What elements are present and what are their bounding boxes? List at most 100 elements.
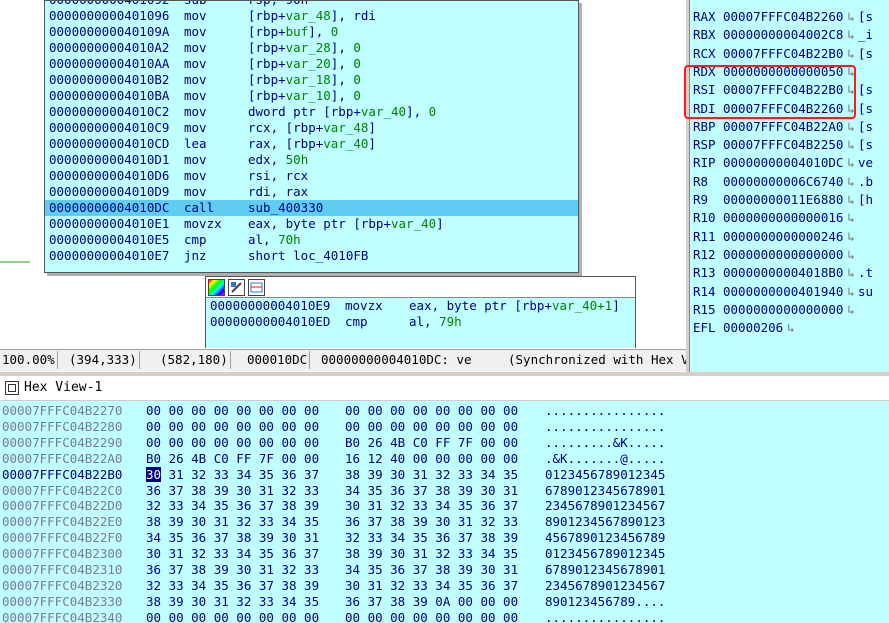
- hex-bytes-high[interactable]: 30 31 32 33 34 35 36 37: [345, 498, 518, 514]
- hex-row[interactable]: 00007FFFC04B22F0 34 35 36 37 38 39 30 31 3…: [0, 530, 889, 546]
- hex-bytes-low[interactable]: 00 00 00 00 00 00 00 00: [146, 403, 319, 419]
- hex-bytes-high[interactable]: 36 37 38 39 0A 00 00 00: [345, 594, 518, 610]
- register-value[interactable]: 0000000000000246: [723, 229, 843, 244]
- register-value[interactable]: 00000000006C6740: [723, 174, 843, 189]
- stack-variable[interactable]: var_48: [286, 8, 331, 23]
- register-rcx[interactable]: RCX 00007FFFC04B22B0 ↳ [s: [693, 45, 873, 63]
- hex-bytes-high[interactable]: 00 00 00 00 00 00 00 00: [345, 610, 518, 623]
- hex-ascii[interactable]: ................: [545, 419, 665, 435]
- hex-ascii[interactable]: 6789012345678901: [545, 562, 665, 578]
- disasm-line[interactable]: 00000000004010E1 movzx eax, byte ptr [rbp+…: [45, 216, 578, 232]
- hex-bytes-low[interactable]: 32 33 34 35 36 37 38 39: [146, 578, 319, 594]
- register-rsp[interactable]: RSP 00007FFFC04B2250 ↳ [s: [693, 136, 873, 154]
- hex-row[interactable]: 00007FFFC04B2310 36 37 38 39 30 31 32 33 3…: [0, 562, 889, 578]
- disasm-line[interactable]: 00000000004010BA mov [rbp+var_10], 0: [45, 88, 578, 104]
- hex-ascii[interactable]: ................: [545, 403, 665, 419]
- hex-row[interactable]: 00007FFFC04B2300 30 31 32 33 34 35 36 37 3…: [0, 546, 889, 562]
- hex-cursor[interactable]: 30: [146, 466, 162, 482]
- disasm-line[interactable]: 00000000004010CD lea rax, [rbp+var_40]: [45, 136, 578, 152]
- register-r11[interactable]: R11 0000000000000246 ↳: [693, 228, 855, 246]
- disasm-line[interactable]: 00000000004010E7 jnz short loc_4010FB: [45, 248, 578, 264]
- hex-ascii[interactable]: 0123456789012345: [545, 467, 665, 483]
- disasm-line[interactable]: 00000000004010ED cmp al, 79h: [206, 314, 635, 330]
- arrow-icon[interactable]: ↳: [847, 229, 855, 244]
- register-value[interactable]: 0000000000000000: [723, 302, 843, 317]
- jump-arrow-icon[interactable]: ↳: [847, 284, 855, 299]
- hex-ascii[interactable]: 2345678901234567: [545, 578, 665, 594]
- stack-variable[interactable]: var_40: [361, 104, 406, 119]
- register-value[interactable]: 00000206: [723, 320, 783, 335]
- disasm-line[interactable]: 00000000004010D6 mov rsi, rcx: [45, 168, 578, 184]
- hex-view-titlebar[interactable]: Hex View-1: [0, 376, 889, 401]
- stack-variable[interactable]: buf: [286, 24, 309, 39]
- hex-ascii[interactable]: .........&K.....: [545, 435, 665, 451]
- stack-variable[interactable]: var_10: [286, 88, 331, 103]
- hex-bytes-high[interactable]: 00 00 00 00 00 00 00 00: [345, 419, 518, 435]
- register-value[interactable]: 00000000004018B0: [723, 265, 843, 280]
- hex-bytes-high[interactable]: 16 12 40 00 00 00 00 00: [345, 451, 518, 467]
- register-value[interactable]: 00007FFFC04B2250: [723, 137, 843, 152]
- stack-variable[interactable]: var_20: [286, 56, 331, 71]
- hex-row[interactable]: 00007FFFC04B2280 00 00 00 00 00 00 00 00 0…: [0, 419, 889, 435]
- disasm-line[interactable]: 00000000004010AA mov [rbp+var_20], 0: [45, 56, 578, 72]
- hex-ascii[interactable]: 890123456789....: [545, 594, 665, 610]
- register-r9[interactable]: R9 00000000011E6880 ↳ [h: [693, 191, 873, 209]
- hex-bytes-high[interactable]: 34 35 36 37 38 39 30 31: [345, 562, 518, 578]
- register-r15[interactable]: R15 0000000000000000 ↳: [693, 301, 855, 319]
- arrow-icon[interactable]: ↳: [847, 247, 855, 262]
- hex-bytes-high[interactable]: 34 35 36 37 38 39 30 31: [345, 483, 518, 499]
- disasm-line[interactable]: 00000000004010A2 mov [rbp+var_28], 0: [45, 40, 578, 56]
- register-value[interactable]: 00000000004010DC: [723, 155, 843, 170]
- disasm-line[interactable]: 00000000004010D9 mov rdi, rax: [45, 184, 578, 200]
- register-value[interactable]: 0000000000000000: [723, 247, 843, 262]
- register-value[interactable]: 00000000011E6880: [723, 192, 843, 207]
- register-rax[interactable]: RAX 00007FFFC04B2260 ↳ [s: [693, 8, 873, 26]
- stack-variable[interactable]: var_40+1: [552, 298, 612, 313]
- register-value[interactable]: 00007FFFC04B2260: [723, 9, 843, 24]
- hex-ascii[interactable]: 2345678901234567: [545, 498, 665, 514]
- jump-arrow-icon[interactable]: ↳: [847, 174, 855, 189]
- color-palette-icon[interactable]: [208, 279, 225, 296]
- disasm-line[interactable]: 00000000004010E9 movzx eax, byte ptr [rbp+…: [206, 298, 635, 314]
- hex-ascii[interactable]: 6789012345678901: [545, 483, 665, 499]
- hex-row[interactable]: 00007FFFC04B22A0 B0 26 4B C0 FF 7F 00 00 1…: [0, 451, 889, 467]
- hex-bytes-high[interactable]: 00 00 00 00 00 00 00 00: [345, 403, 518, 419]
- register-r12[interactable]: R12 0000000000000000 ↳: [693, 246, 855, 264]
- jump-arrow-icon[interactable]: ↳: [847, 137, 855, 152]
- register-rip[interactable]: RIP 00000000004010DC ↳ ve: [693, 154, 873, 172]
- hex-bytes-low[interactable]: 38 39 30 31 32 33 34 35: [146, 594, 319, 610]
- hex-bytes-low[interactable]: 30 31 32 33 34 35 36 37: [146, 546, 319, 562]
- code-block-next[interactable]: 00000000004010E9 movzx eax, byte ptr [rbp+…: [205, 276, 636, 348]
- hex-bytes-low[interactable]: B0 26 4B C0 FF 7F 00 00: [146, 451, 319, 467]
- graph-node-icon[interactable]: [248, 279, 265, 296]
- register-value[interactable]: 0000000000401940: [723, 284, 843, 299]
- hex-bytes-high[interactable]: 38 39 30 31 32 33 34 35: [345, 467, 518, 483]
- disasm-line[interactable]: 00000000004010C9 mov rcx, [rbp+var_48]: [45, 120, 578, 136]
- hex-bytes-high[interactable]: 30 31 32 33 34 35 36 37: [345, 578, 518, 594]
- disasm-line[interactable]: 0000000000401096 mov [rbp+var_48], rdi: [45, 8, 578, 24]
- stack-variable[interactable]: var_18: [286, 72, 331, 87]
- jump-arrow-icon[interactable]: ↳: [847, 265, 855, 280]
- disasm-line[interactable]: 000000000040109A mov [rbp+buf], 0: [45, 24, 578, 40]
- stack-variable[interactable]: var_40: [323, 136, 368, 151]
- hex-bytes-low[interactable]: 36 37 38 39 30 31 32 33: [146, 562, 319, 578]
- hex-bytes-low[interactable]: 38 39 30 31 32 33 34 35: [146, 514, 319, 530]
- disasm-line[interactable]: 00000000004010DC call sub_400330: [45, 200, 578, 216]
- edit-pencil-icon[interactable]: [228, 279, 245, 296]
- hex-row[interactable]: 00007FFFC04B22C0 36 37 38 39 30 31 32 33 3…: [0, 483, 889, 499]
- hex-bytes-low[interactable]: 00 00 00 00 00 00 00 00: [146, 610, 319, 623]
- hex-ascii[interactable]: 8901234567890123: [545, 514, 665, 530]
- graph-view[interactable]: 0000000000401092subrsp, 90h0000000000401…: [0, 0, 686, 348]
- stack-variable[interactable]: var_28: [286, 40, 331, 55]
- register-value[interactable]: 0000000000000016: [723, 210, 843, 225]
- code-block-main[interactable]: 0000000000401092subrsp, 90h0000000000401…: [44, 0, 579, 273]
- hex-bytes-high[interactable]: 32 33 34 35 36 37 38 39: [345, 530, 518, 546]
- hex-bytes-low[interactable]: 30 31 32 33 34 35 36 37: [146, 466, 319, 483]
- hex-bytes-low[interactable]: 34 35 36 37 38 39 30 31: [146, 530, 319, 546]
- hex-bytes-high[interactable]: 38 39 30 31 32 33 34 35: [345, 546, 518, 562]
- register-efl[interactable]: EFL 00000206 ↳: [693, 319, 795, 337]
- hex-bytes-low[interactable]: 00 00 00 00 00 00 00 00: [146, 435, 319, 451]
- hex-ascii[interactable]: 0123456789012345: [545, 546, 665, 562]
- hex-view[interactable]: 00007FFFC04B2270 00 00 00 00 00 00 00 00 0…: [0, 401, 889, 623]
- hex-row[interactable]: 00007FFFC04B2270 00 00 00 00 00 00 00 00 0…: [0, 403, 889, 419]
